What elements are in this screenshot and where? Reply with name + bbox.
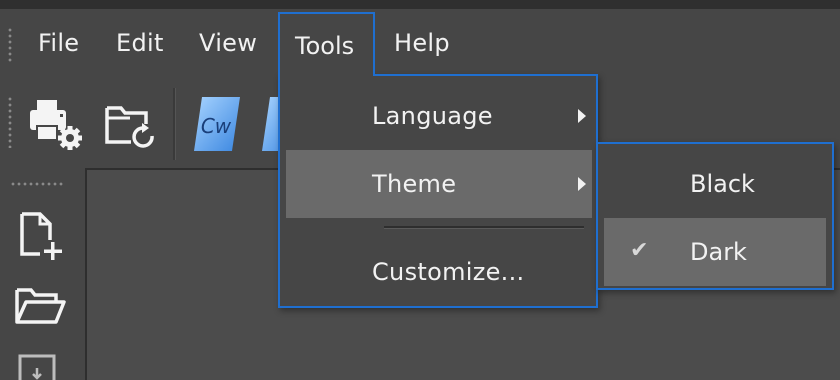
menu-item-customize-label: Customize... <box>372 258 525 286</box>
menu-item-theme-label: Theme <box>372 170 457 198</box>
menu-item-customize[interactable]: Customize... <box>286 238 592 306</box>
menu-file[interactable]: File <box>38 28 79 58</box>
open-folder-button[interactable] <box>14 284 68 328</box>
menu-item-language[interactable]: Language <box>286 82 592 150</box>
menu-edit[interactable]: Edit <box>116 28 164 58</box>
print-settings-button[interactable] <box>26 96 84 152</box>
import-icon <box>18 354 56 380</box>
menu-view[interactable]: View <box>199 28 257 58</box>
menu-tools-label: Tools <box>295 32 355 60</box>
toolbar-grip-handle[interactable] <box>8 96 12 148</box>
cw-icon-label: Cw <box>201 114 232 138</box>
theme-option-dark[interactable]: ✔ Dark <box>604 218 826 286</box>
submenu-arrow-icon <box>578 109 586 123</box>
app-window: File Edit View Help Tools Cw Language Th… <box>0 0 840 380</box>
menu-bar: File Edit View Help <box>0 9 840 75</box>
menu-help[interactable]: Help <box>394 28 450 58</box>
checkmark-icon: ✔ <box>630 238 649 263</box>
cw-button[interactable]: Cw <box>192 95 240 151</box>
menu-tools[interactable]: Tools <box>278 12 375 76</box>
theme-option-black[interactable]: Black <box>604 150 826 218</box>
new-file-icon <box>20 212 62 260</box>
import-button[interactable] <box>16 350 64 380</box>
open-folder-icon <box>15 288 66 324</box>
folder-refresh-icon <box>105 106 154 148</box>
menubar-grip-handle[interactable] <box>8 27 12 63</box>
cw-icon: Cw <box>194 97 240 151</box>
tools-dropdown-menu: Language Theme Customize... <box>278 74 598 308</box>
folder-refresh-button[interactable] <box>104 100 158 152</box>
menu-item-theme[interactable]: Theme <box>286 150 592 218</box>
submenu-arrow-icon <box>578 177 586 191</box>
print-settings-icon <box>30 100 82 150</box>
menu-item-language-label: Language <box>372 102 493 130</box>
menu-separator <box>384 226 584 229</box>
title-bar <box>0 0 840 9</box>
theme-option-dark-label: Dark <box>690 238 747 266</box>
theme-submenu: Black ✔ Dark <box>596 142 834 290</box>
toolbar-separator <box>173 88 176 160</box>
theme-option-black-label: Black <box>690 170 755 198</box>
sidebar-grip-handle[interactable] <box>10 182 64 186</box>
new-file-button[interactable] <box>16 210 66 264</box>
